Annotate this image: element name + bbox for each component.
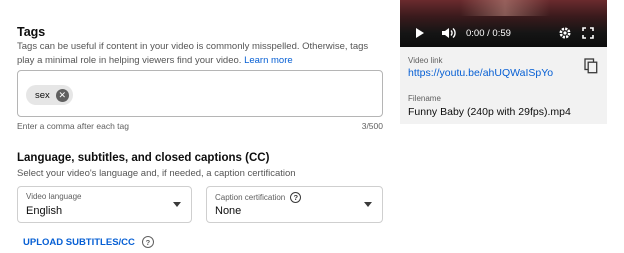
- video-language-select[interactable]: Video language English: [17, 186, 192, 223]
- volume-icon[interactable]: [441, 26, 457, 40]
- tags-description-line2: minimal role in helping viewers find you…: [45, 54, 242, 66]
- video-language-label: Video language: [26, 192, 82, 201]
- help-icon[interactable]: ?: [290, 192, 302, 203]
- filename: Funny Baby (240p with 29fps).mp4: [408, 106, 571, 118]
- help-icon[interactable]: ?: [141, 236, 154, 248]
- video-time: 0:00 / 0:59: [466, 27, 511, 39]
- tags-count: 3/500: [361, 121, 383, 131]
- tags-input[interactable]: sex ✕: [17, 70, 383, 117]
- language-section-description: Select your video's language and, if nee…: [17, 168, 296, 179]
- tags-description: Tags can be useful if content in your vi…: [17, 40, 387, 67]
- tags-title: Tags: [17, 25, 46, 39]
- caption-certification-value: None: [215, 205, 242, 217]
- copy-icon[interactable]: [584, 58, 598, 74]
- language-section-title: Language, subtitles, and closed captions…: [17, 152, 270, 164]
- learn-more-link[interactable]: Learn more: [244, 55, 293, 66]
- close-icon[interactable]: ✕: [55, 88, 69, 102]
- video-frame: [460, 0, 550, 16]
- play-icon[interactable]: [416, 28, 424, 38]
- chevron-down-icon: [173, 202, 181, 207]
- tag-chip-label: sex: [35, 89, 50, 101]
- video-link[interactable]: https://youtu.be/ahUQWaISpYo: [408, 67, 553, 79]
- tag-chip: sex ✕: [26, 85, 73, 105]
- video-details-page: Tags Tags can be useful if content in yo…: [0, 0, 624, 253]
- gear-icon[interactable]: [558, 26, 572, 40]
- caption-certification-label-row: Caption certification ?: [215, 192, 302, 203]
- video-player[interactable]: 0:00 / 0:59: [400, 0, 607, 47]
- upload-subtitles-button[interactable]: UPLOAD SUBTITLES/CC ?: [23, 236, 154, 248]
- video-language-value: English: [26, 205, 63, 217]
- fullscreen-icon[interactable]: [582, 26, 594, 40]
- upload-subtitles-label: UPLOAD SUBTITLES/CC: [23, 236, 135, 248]
- chevron-down-icon: [364, 202, 372, 207]
- caption-certification-label: Caption certification: [215, 193, 286, 202]
- filename-label: Filename: [408, 94, 441, 103]
- video-link-label: Video link: [408, 56, 443, 65]
- caption-certification-select[interactable]: Caption certification ? None: [206, 186, 383, 223]
- tags-hint: Enter a comma after each tag: [17, 121, 129, 131]
